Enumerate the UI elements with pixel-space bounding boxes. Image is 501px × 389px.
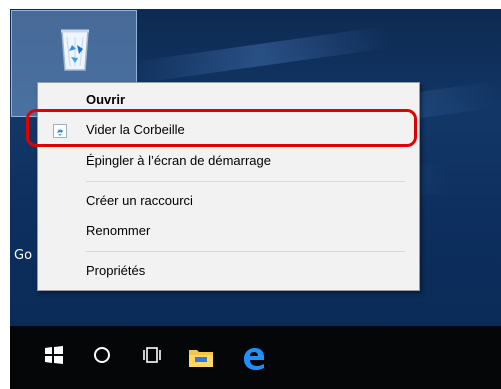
- menu-item-create-shortcut[interactable]: Créer un raccourci: [38, 189, 419, 213]
- wallpaper-light-streak: [129, 26, 391, 84]
- highlight-box: [26, 109, 417, 147]
- left-white-margin: [0, 0, 10, 389]
- menu-separator: [86, 181, 405, 182]
- task-view-icon: [143, 347, 161, 363]
- menu-item-label: Propriétés: [86, 263, 146, 278]
- menu-item-pin-to-start[interactable]: Épingler à l’écran de démarrage: [38, 149, 419, 173]
- menu-item-label: Épingler à l’écran de démarrage: [86, 153, 271, 168]
- file-explorer-icon: [189, 350, 213, 367]
- desktop-icon-label-partial: Go: [14, 248, 33, 263]
- cortana-search-icon: [94, 347, 110, 363]
- search-button[interactable]: [78, 326, 130, 389]
- taskbar: [10, 326, 501, 389]
- menu-separator: [86, 251, 405, 252]
- screenshot-frame: Go Ouvrir Vider la Corbeille Épingler à …: [0, 0, 501, 389]
- task-view-button[interactable]: [126, 326, 178, 389]
- menu-item-label: Créer un raccourci: [86, 193, 193, 208]
- menu-item-properties[interactable]: Propriétés: [38, 259, 419, 283]
- edge-browser-button[interactable]: [226, 326, 278, 389]
- windows-start-icon: [45, 346, 63, 364]
- menu-item-label: Renommer: [86, 223, 151, 238]
- recycle-bin-icon: [61, 29, 89, 71]
- file-explorer-button[interactable]: [174, 326, 226, 389]
- start-button[interactable]: [30, 326, 82, 389]
- menu-item-rename[interactable]: Renommer: [38, 219, 419, 243]
- edge-browser-icon: [244, 348, 264, 370]
